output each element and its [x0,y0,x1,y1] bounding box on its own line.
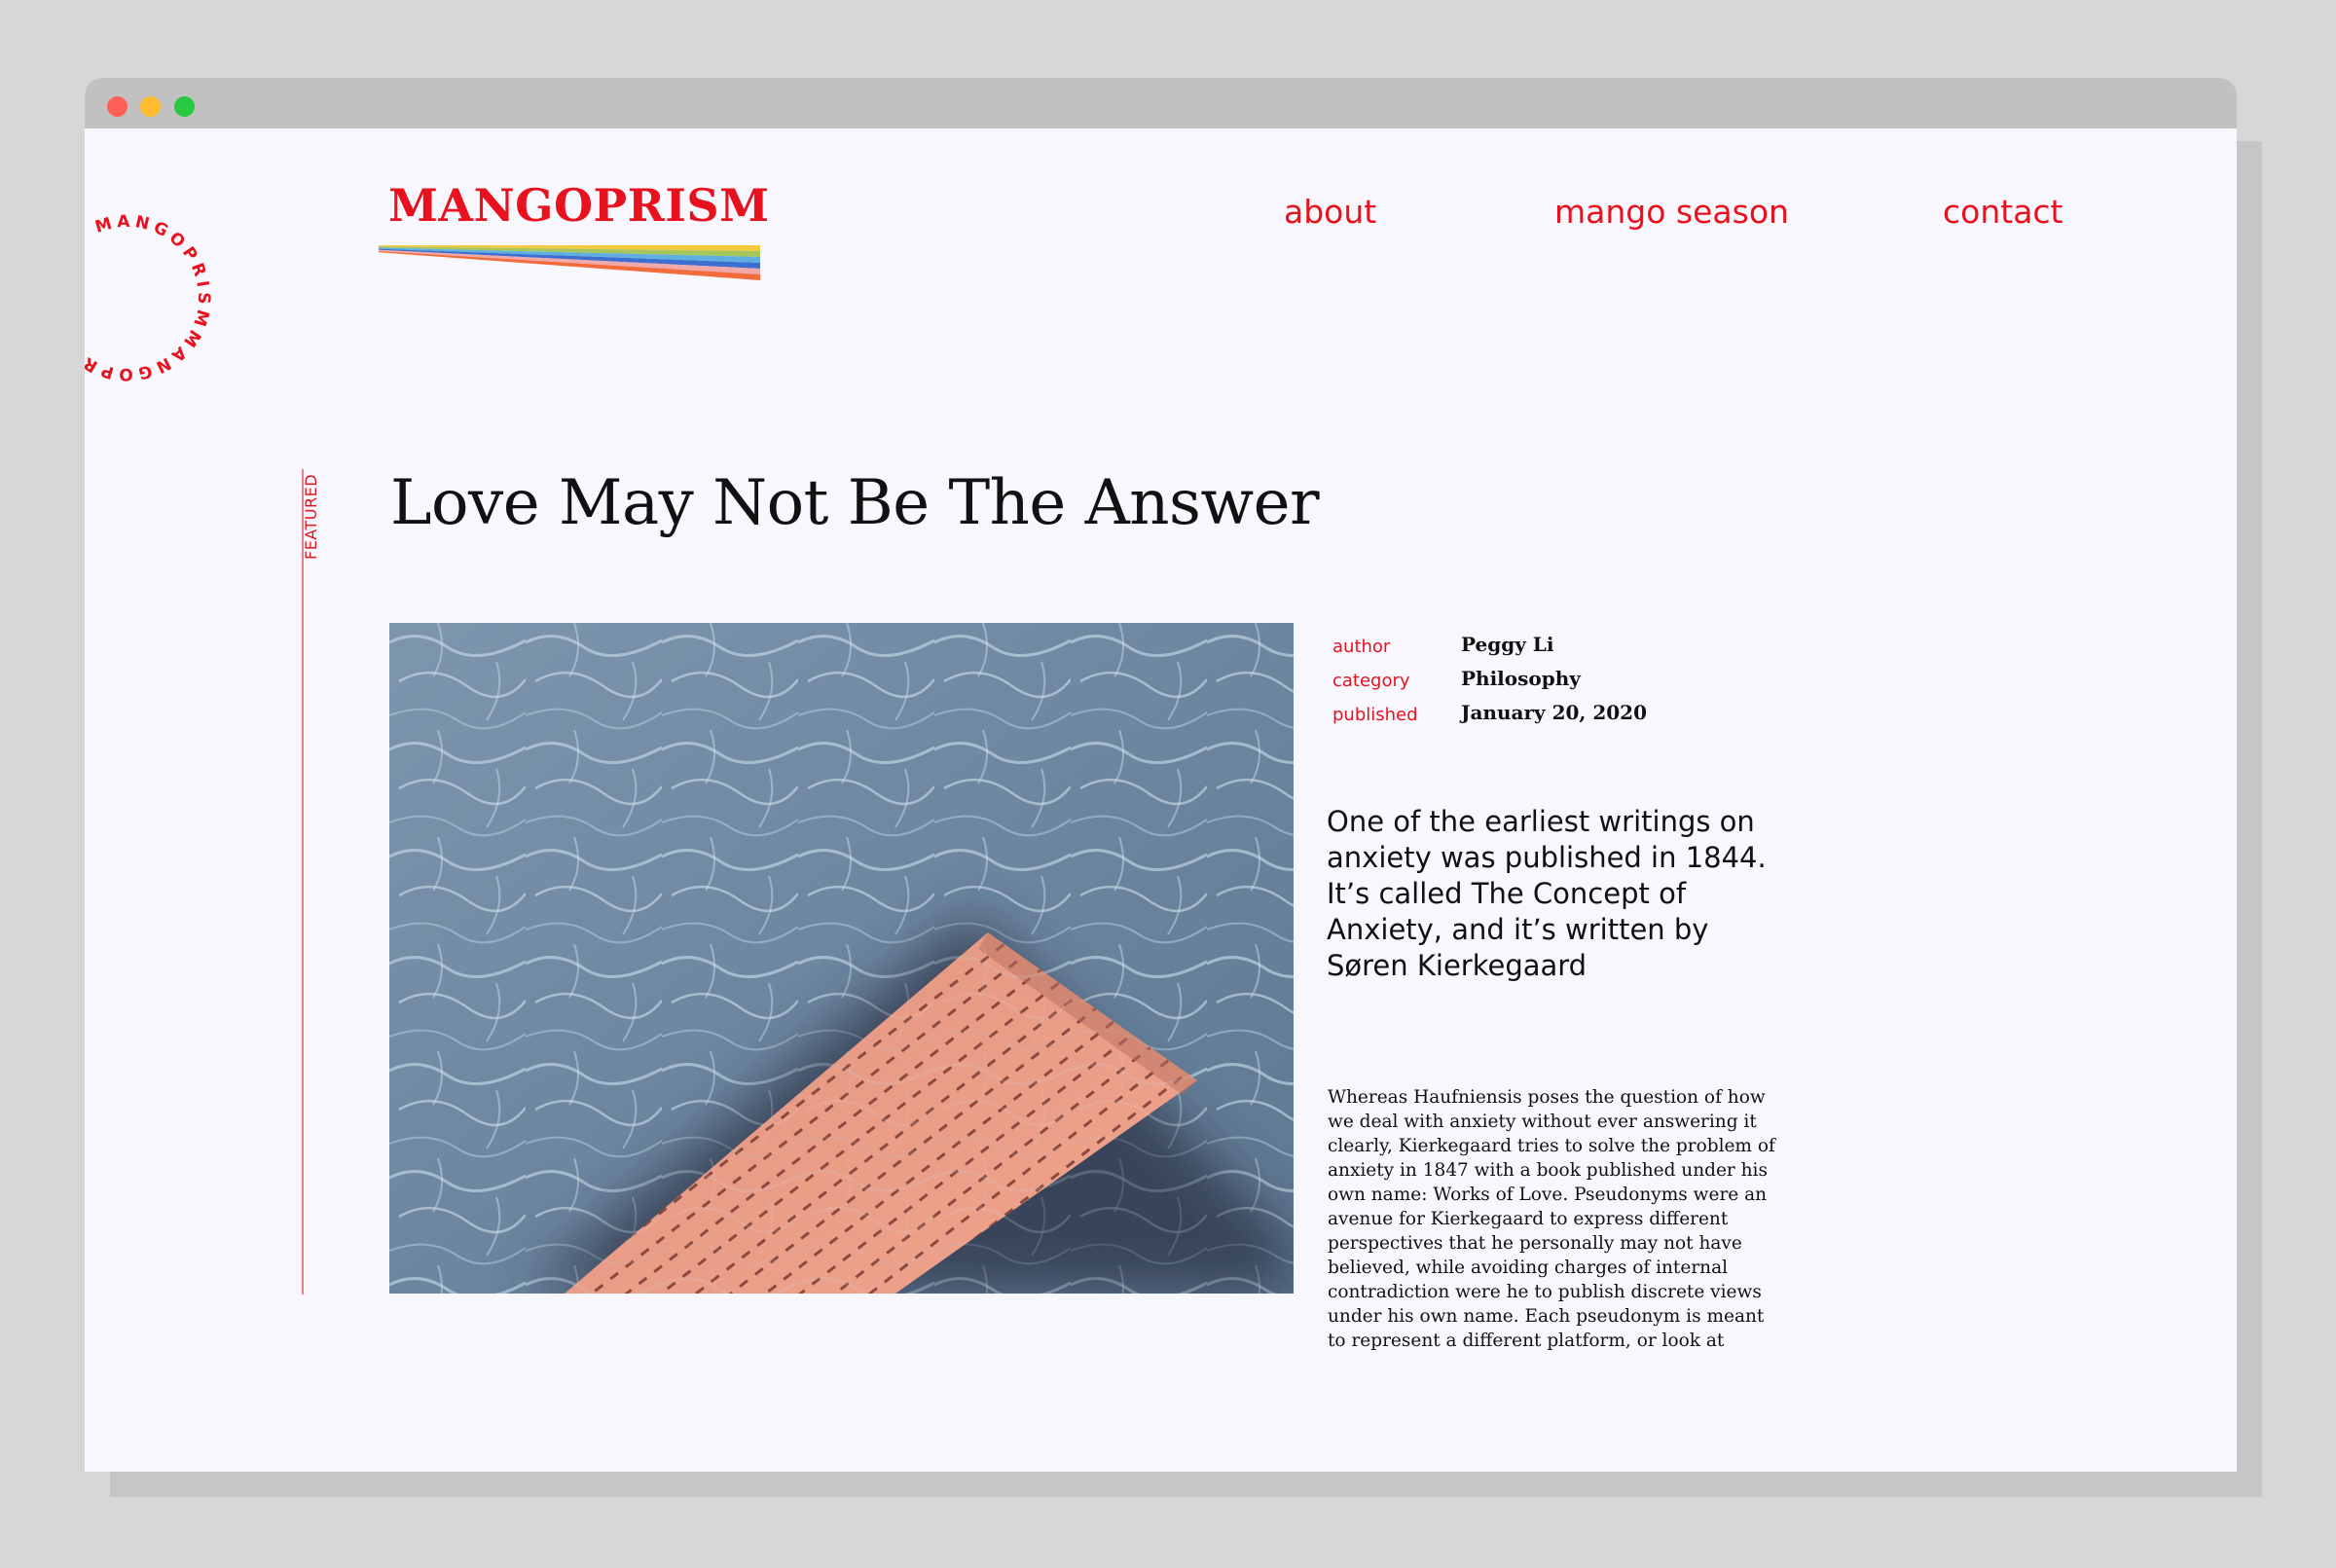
article-hero-image[interactable] [389,623,1294,1294]
browser-window: MANGOPRISMMANGOPRISM MANGOPRISM about ma… [85,78,2237,1472]
meta-key-category: category [1332,671,1410,691]
title-bar [85,78,2237,128]
article-body: Whereas Haufniensis poses the question o… [1328,1087,1775,1351]
site-logo[interactable]: MANGOPRISM [379,179,778,374]
meta-value-author[interactable]: Peggy Li [1461,633,1553,656]
article-title[interactable]: Love May Not Be The Answer [390,467,1320,539]
minimize-window-button[interactable] [140,96,161,117]
logo-text: MANGOPRISM [388,179,770,232]
nav-link-contact[interactable]: contact [1943,193,2063,231]
meta-value-category[interactable]: Philosophy [1461,667,1581,690]
meta-key-published: published [1332,705,1418,725]
article-lead: One of the earliest writings on anxiety … [1327,805,1767,982]
meta-key-author: author [1332,637,1391,657]
nav-link-mango-season[interactable]: mango season [1554,193,1789,231]
circular-brand-seal: MANGOPRISMMANGOPRISM [85,212,213,384]
rainbow-prism-icon [379,245,760,280]
seal-text: MANGOPRISMMANGOPRISM [85,212,209,384]
featured-label: FEATURED [302,473,320,560]
featured-badge: FEATURED [302,467,341,565]
svg-text:MANGOPRISMMANGOPRISM: MANGOPRISMMANGOPRISM [85,212,213,384]
featured-divider [302,469,304,1295]
meta-value-published: January 20, 2020 [1461,701,1648,724]
close-window-button[interactable] [107,96,128,117]
zoom-window-button[interactable] [174,96,195,117]
nav-link-about[interactable]: about [1284,193,1376,231]
